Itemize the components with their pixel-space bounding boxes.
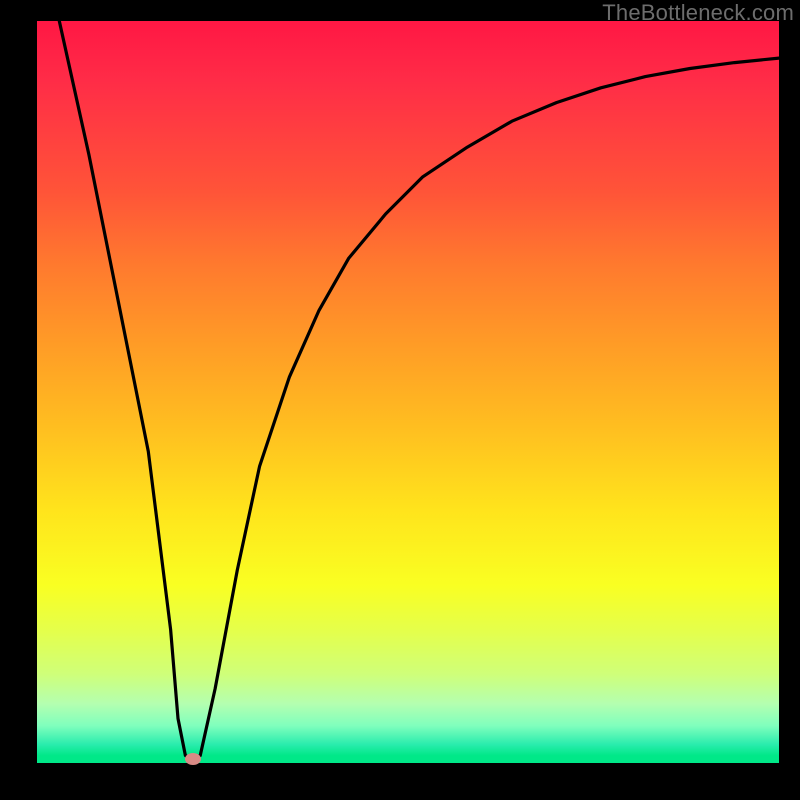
chart-frame: TheBottleneck.com	[0, 0, 800, 800]
watermark-text: TheBottleneck.com	[602, 0, 794, 26]
bottleneck-curve	[37, 21, 779, 763]
minimum-marker	[185, 753, 201, 765]
plot-area	[37, 21, 779, 763]
